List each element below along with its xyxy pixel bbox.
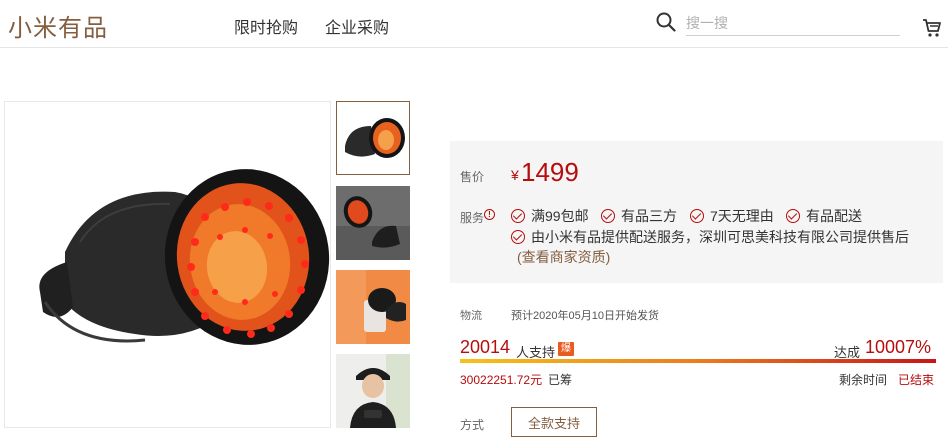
thumbnail-3[interactable] <box>336 270 410 344</box>
top-header: 小米有品 限时抢购 企业采购 <box>0 0 948 48</box>
merchant-qualification-link[interactable]: (查看商家资质) <box>517 247 610 267</box>
full-support-button[interactable]: 全款支持 <box>511 407 597 437</box>
service-label: 服务 <box>460 211 485 225</box>
thumbnail-4[interactable] <box>336 354 410 428</box>
check-circle-icon <box>601 209 615 223</box>
service-item: 有品三方 <box>601 206 677 226</box>
thumbnail-1[interactable] <box>336 101 410 175</box>
search-input[interactable] <box>686 10 900 36</box>
achieve-percent: 10007% <box>865 337 932 357</box>
thumbnail-image <box>336 186 410 260</box>
service-item: 满99包邮 <box>511 206 589 226</box>
price-currency: ¥ <box>511 167 519 183</box>
shipping-date: 预计2020年05月10日开始发货 <box>511 310 659 322</box>
payment-mode-label: 方式 <box>460 418 485 432</box>
main-product-image <box>4 101 331 428</box>
search-icon[interactable] <box>656 12 676 32</box>
site-logo[interactable]: 小米有品 <box>8 8 108 43</box>
nav-enterprise-purchase[interactable]: 企业采购 <box>325 14 389 38</box>
raised-label: 已筹 <box>548 373 573 387</box>
service-item: 有品配送 <box>786 206 862 226</box>
check-circle-icon <box>511 230 525 244</box>
price-label: 售价 <box>460 170 485 184</box>
thumbnail-2[interactable] <box>336 186 410 260</box>
funding-progress-bar <box>460 359 936 363</box>
info-icon[interactable]: ! <box>484 209 495 220</box>
remaining-time-label: 剩余时间 <box>839 373 888 387</box>
hot-badge: 爆 <box>558 342 574 356</box>
nav-flash-sale[interactable]: 限时抢购 <box>234 14 298 38</box>
price-value: 1499 <box>521 157 579 187</box>
check-circle-icon <box>511 209 525 223</box>
funding-progress-fill <box>460 359 936 363</box>
red-light-cap-image <box>39 169 330 345</box>
shipping-label: 物流 <box>460 310 482 322</box>
check-circle-icon <box>786 209 800 223</box>
service-detail: 由小米有品提供配送服务，深圳可思美科技有限公司提供售后 <box>511 227 909 247</box>
remaining-time-value: 已结束 <box>898 373 935 387</box>
thumbnail-image <box>336 354 410 428</box>
service-item: 7天无理由 <box>690 206 774 226</box>
thumbnail-image <box>337 102 409 174</box>
raised-amount: 30022251.72元 <box>460 373 543 387</box>
cart-icon[interactable] <box>922 18 942 38</box>
supporters-count: 20014 <box>460 337 511 357</box>
check-circle-icon <box>690 209 704 223</box>
thumbnail-image <box>336 270 410 344</box>
